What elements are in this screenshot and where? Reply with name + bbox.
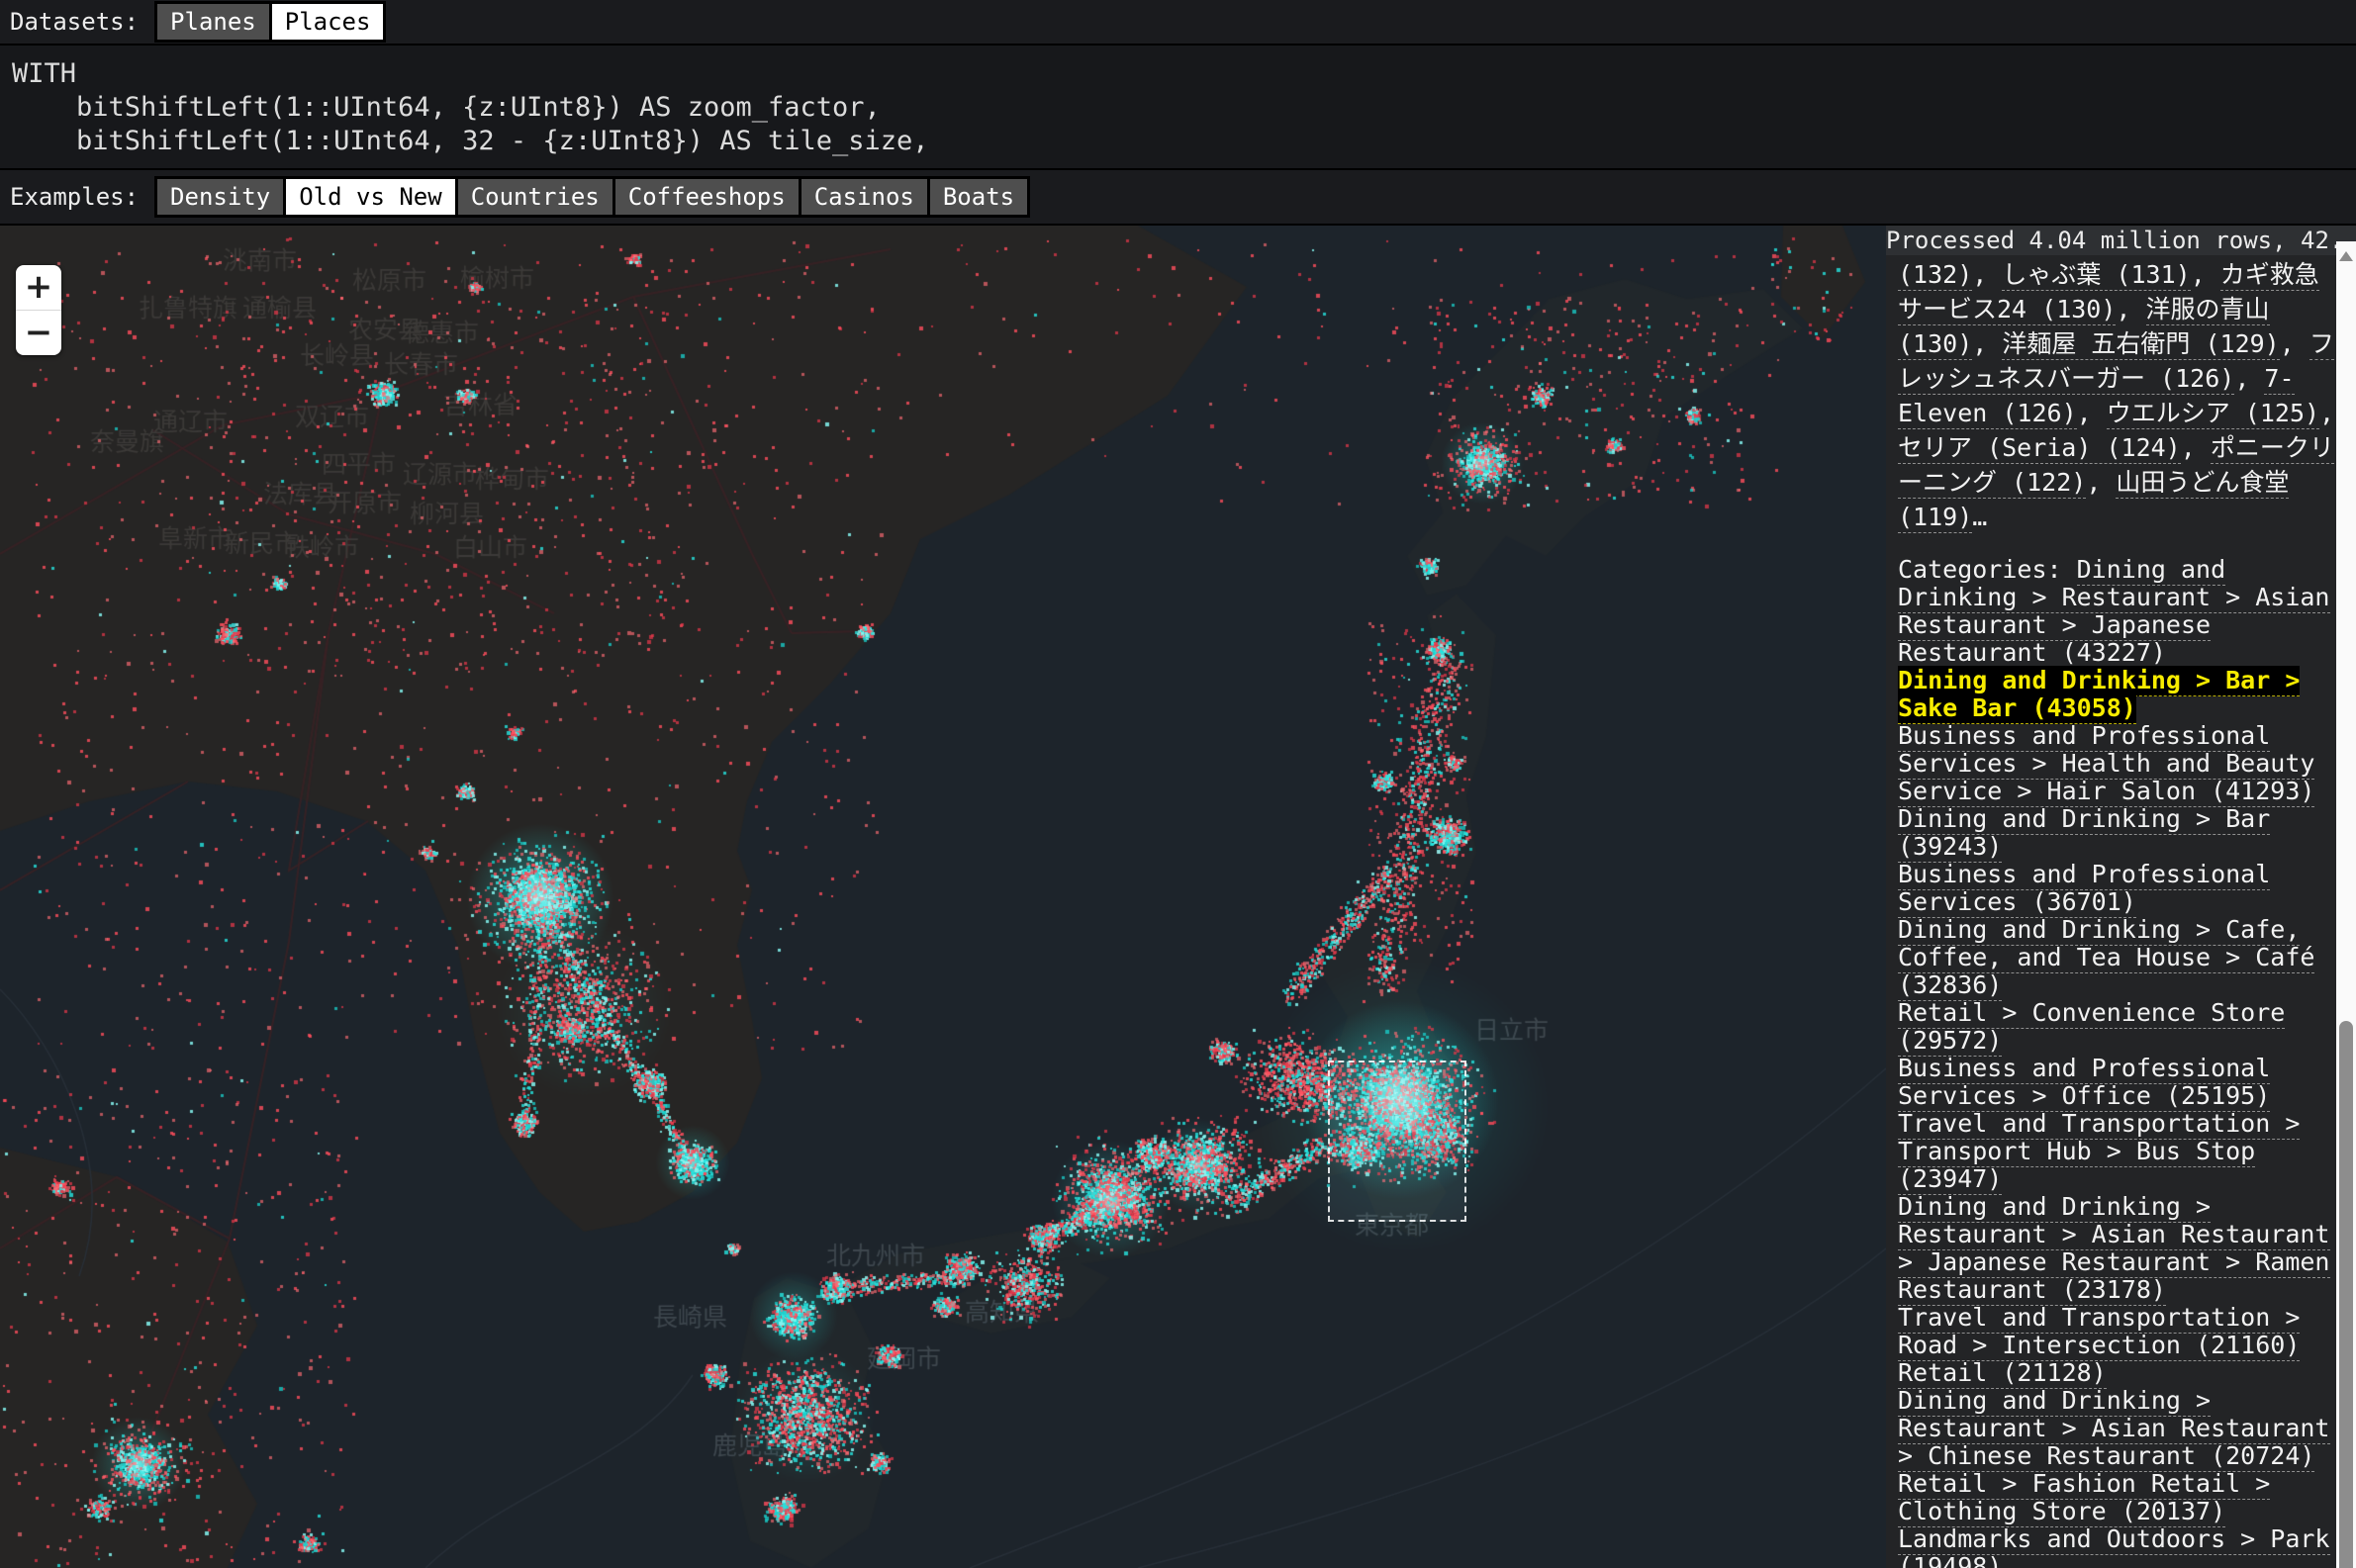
map-zoom-control: + − [16,265,61,355]
button-boats[interactable]: Boats [930,179,1027,215]
datasets-label: Datasets: [10,8,139,36]
datasets-bar: Datasets: PlanesPlaces [0,0,2356,46]
sidebar-link[interactable]: ウエルシア (125) [2107,399,2319,429]
sidebar-link[interactable]: Travel and Transportation > Transport Hu… [1898,1109,2300,1195]
button-old-vs-new[interactable]: Old vs New [286,179,455,215]
sidebar-link[interactable]: Dining and Drinking > Bar (39243) [1898,804,2270,863]
query-status-text: Processed 4.04 million rows, 42.32 MiB [1886,226,2356,255]
sidebar-link[interactable]: Retail (21128) [1898,1358,2107,1389]
sql-query-editor[interactable]: WITH bitShiftLeft(1::UInt64, {z:UInt8}) … [0,46,2356,168]
sidebar-link[interactable]: Retail > Convenience Store (29572) [1898,998,2285,1057]
scrollbar-thumb[interactable] [2339,1021,2353,1568]
scrollbar-corner [2336,226,2356,241]
dataset-buttons-group: PlanesPlaces [154,1,386,43]
sidebar-link[interactable]: Dining and Drinking > Restaurant > Asian… [1898,1386,2330,1472]
sidebar-link[interactable]: セリア (Seria) (124) [1898,433,2181,464]
button-planes[interactable]: Planes [157,4,269,40]
sidebar-link[interactable]: Retail > Fashion Retail > Clothing Store… [1898,1469,2270,1527]
sidebar-link[interactable]: Business and Professional Services > Off… [1898,1054,2270,1112]
map-selection-box[interactable] [1328,1061,1466,1222]
categories-label: Categories: [1898,555,2077,584]
sidebar-link[interactable]: しゃぶ葉 (131) [2002,260,2190,291]
sidebar-link[interactable]: Dining and Drinking > Restaurant > Asian… [1898,1192,2330,1306]
button-countries[interactable]: Countries [458,179,613,215]
map-canvas[interactable] [0,226,1886,1568]
results-sidebar: (132), しゃぶ葉 (131), カギ救急サービス24 (130), 洋服の… [1886,255,2336,1568]
zoom-out-button[interactable]: − [16,310,61,355]
top-names-list: (132), しゃぶ葉 (131), カギ救急サービス24 (130), 洋服の… [1898,257,2336,534]
sidebar-link[interactable]: Business and Professional Services (3670… [1898,860,2270,918]
sidebar-link[interactable]: Travel and Transportation > Road > Inter… [1898,1303,2300,1361]
button-casinos[interactable]: Casinos [801,179,927,215]
zoom-in-button[interactable]: + [16,265,61,310]
map-container: + − [0,226,1886,1568]
sidebar-link[interactable]: Landmarks and Outdoors > Park (19498) [1898,1524,2330,1568]
category-link-highlighted[interactable]: Dining and Drinking > Bar > Sake Bar (43… [1898,666,2300,724]
examples-bar: Examples: DensityOld vs NewCountriesCoff… [0,168,2356,226]
examples-label: Examples: [10,183,139,211]
button-places[interactable]: Places [272,4,384,40]
scroll-up-arrow-icon[interactable] [2339,251,2353,261]
sidebar-link[interactable]: Business and Professional Services > Hea… [1898,721,2314,807]
sidebar-link[interactable]: 洋麺屋 五右衛門 (129) [2002,329,2279,360]
categories-list: Categories: Dining and Drinking > Restau… [1898,556,2336,1568]
example-buttons-group: DensityOld vs NewCountriesCoffeeshopsCas… [154,176,1030,218]
sql-query-text[interactable]: WITH bitShiftLeft(1::UInt64, {z:UInt8}) … [0,46,2356,170]
sidebar-link[interactable]: Dining and Drinking > Cafe, Coffee, and … [1898,915,2314,1001]
sidebar-link[interactable]: (132) [1898,260,1972,291]
button-coffeeshops[interactable]: Coffeeshops [615,179,799,215]
button-density[interactable]: Density [157,179,283,215]
